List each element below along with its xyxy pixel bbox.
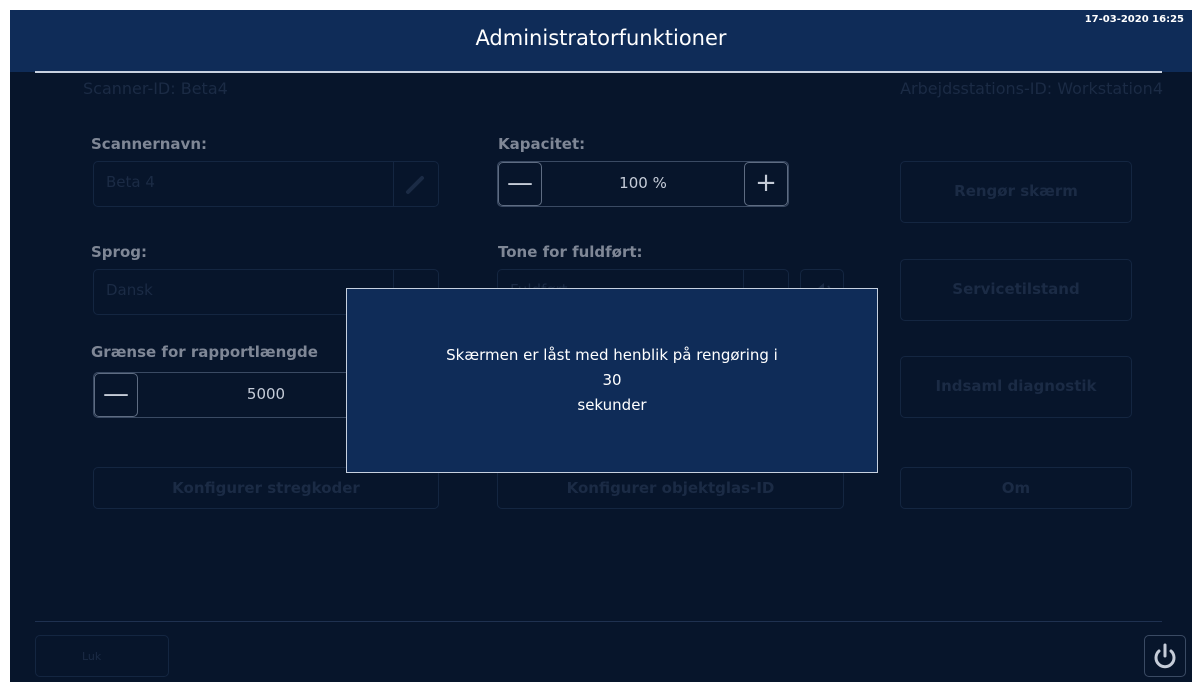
close-label: Luk	[82, 650, 102, 663]
edit-name-button[interactable]	[393, 162, 438, 206]
language-label: Sprog:	[91, 243, 147, 261]
minus-icon: —	[507, 168, 533, 198]
clean-screen-button[interactable]: Rengør skærm	[900, 161, 1132, 223]
lock-seconds-label: sekunder	[577, 396, 647, 414]
clean-screen-label: Rengør skærm	[954, 182, 1078, 200]
scanner-name-label: Scannernavn:	[91, 135, 208, 153]
configure-slide-id-button[interactable]: Konfigurer objektglas-ID	[497, 467, 844, 509]
capacity-value: 100 %	[619, 174, 667, 192]
page-title: Administratorfunktioner	[475, 26, 727, 50]
capacity-stepper: — 100 % +	[497, 161, 789, 207]
language-value: Dansk	[106, 281, 153, 299]
lock-countdown: 30	[602, 371, 622, 389]
screen-locked-message: Skærmen er låst med henblik på rengøring…	[347, 343, 877, 418]
about-button[interactable]: Om	[900, 467, 1132, 509]
title-divider	[35, 71, 1162, 73]
collect-diagnostics-label: Indsaml diagnostik	[935, 377, 1097, 395]
screen-locked-dialog: Skærmen er låst med henblik på rengøring…	[346, 288, 878, 473]
minus-icon: —	[103, 379, 129, 409]
completion-tone-label: Tone for fuldført:	[498, 243, 643, 261]
footer-divider	[35, 621, 1162, 622]
scanner-id-text: Scanner-ID: Beta4	[83, 79, 228, 98]
pencil-icon	[406, 176, 424, 194]
configure-slide-id-label: Konfigurer objektglas-ID	[566, 479, 775, 497]
report-limit-decrease-button[interactable]: —	[94, 373, 138, 417]
title-bar: Administratorfunktioner 17-03-2020 16:25	[10, 10, 1192, 72]
power-icon	[1154, 643, 1176, 669]
collect-diagnostics-button[interactable]: Indsaml diagnostik	[900, 356, 1132, 418]
service-mode-label: Servicetilstand	[952, 280, 1080, 298]
plus-icon: +	[755, 168, 777, 198]
capacity-increase-button[interactable]: +	[744, 162, 788, 206]
configure-barcodes-button[interactable]: Konfigurer stregkoder	[93, 467, 439, 509]
power-button[interactable]	[1144, 635, 1186, 677]
about-label: Om	[1001, 479, 1031, 497]
lock-message-line: Skærmen er låst med henblik på rengøring…	[446, 346, 778, 364]
admin-screen: Administratorfunktioner 17-03-2020 16:25…	[10, 10, 1192, 682]
capacity-label: Kapacitet:	[498, 135, 586, 153]
datetime-readout: 17-03-2020 16:25	[1084, 14, 1184, 25]
configure-barcodes-label: Konfigurer stregkoder	[172, 479, 360, 497]
service-mode-button[interactable]: Servicetilstand	[900, 259, 1132, 321]
scanner-name-field[interactable]: Beta 4	[93, 161, 439, 207]
workstation-id-text: Arbejdsstations-ID: Workstation4	[900, 79, 1163, 98]
scanner-name-value: Beta 4	[106, 173, 155, 191]
capacity-decrease-button[interactable]: —	[498, 162, 542, 206]
close-button[interactable]: Luk	[35, 635, 169, 677]
report-limit-label: Grænse for rapportlængde	[91, 343, 318, 361]
